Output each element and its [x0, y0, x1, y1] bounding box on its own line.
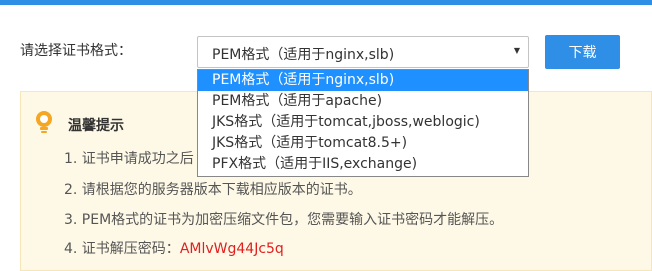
format-dropdown-list: PEM格式（适用于nginx,slb) PEM格式（适用于apache) JKS…	[197, 69, 529, 177]
dropdown-option-jks-tomcat85[interactable]: JKS格式（适用于tomcat8.5+)	[198, 133, 528, 154]
dropdown-option-jks-tomcat[interactable]: JKS格式（适用于tomcat,jboss,weblogic)	[198, 112, 528, 133]
download-button[interactable]: 下载	[545, 35, 620, 69]
dropdown-option-pfx-iis[interactable]: PFX格式（适用于IIS,exchange)	[198, 154, 528, 175]
password-label: 4. 证书解压密码：	[64, 241, 180, 257]
lightbulb-icon	[36, 111, 52, 133]
caret-down-icon[interactable]: ▼	[514, 46, 520, 55]
format-select[interactable]: PEM格式（适用于nginx,slb) ▼	[197, 36, 529, 68]
top-accent-bar	[0, 0, 652, 5]
password-value: AMlvWg44Jc5q	[179, 241, 284, 257]
format-select-value: PEM格式（适用于nginx,slb)	[212, 47, 395, 63]
tip-item: 3. PEM格式的证书为加密压缩文件包，您需要输入证书密码才能解压。	[64, 212, 504, 228]
tips-title: 温馨提示	[68, 118, 124, 134]
dropdown-option-pem-nginx[interactable]: PEM格式（适用于nginx,slb)	[198, 70, 528, 91]
dropdown-option-pem-apache[interactable]: PEM格式（适用于apache)	[198, 91, 528, 112]
tip-item: 2. 请根据您的服务器版本下载相应版本的证书。	[64, 182, 362, 198]
format-label: 请选择证书格式：	[20, 43, 132, 59]
tip-item-password: 4. 证书解压密码：AMlvWg44Jc5q	[64, 238, 284, 258]
tip-item: 1. 证书申请成功之后	[64, 151, 194, 167]
